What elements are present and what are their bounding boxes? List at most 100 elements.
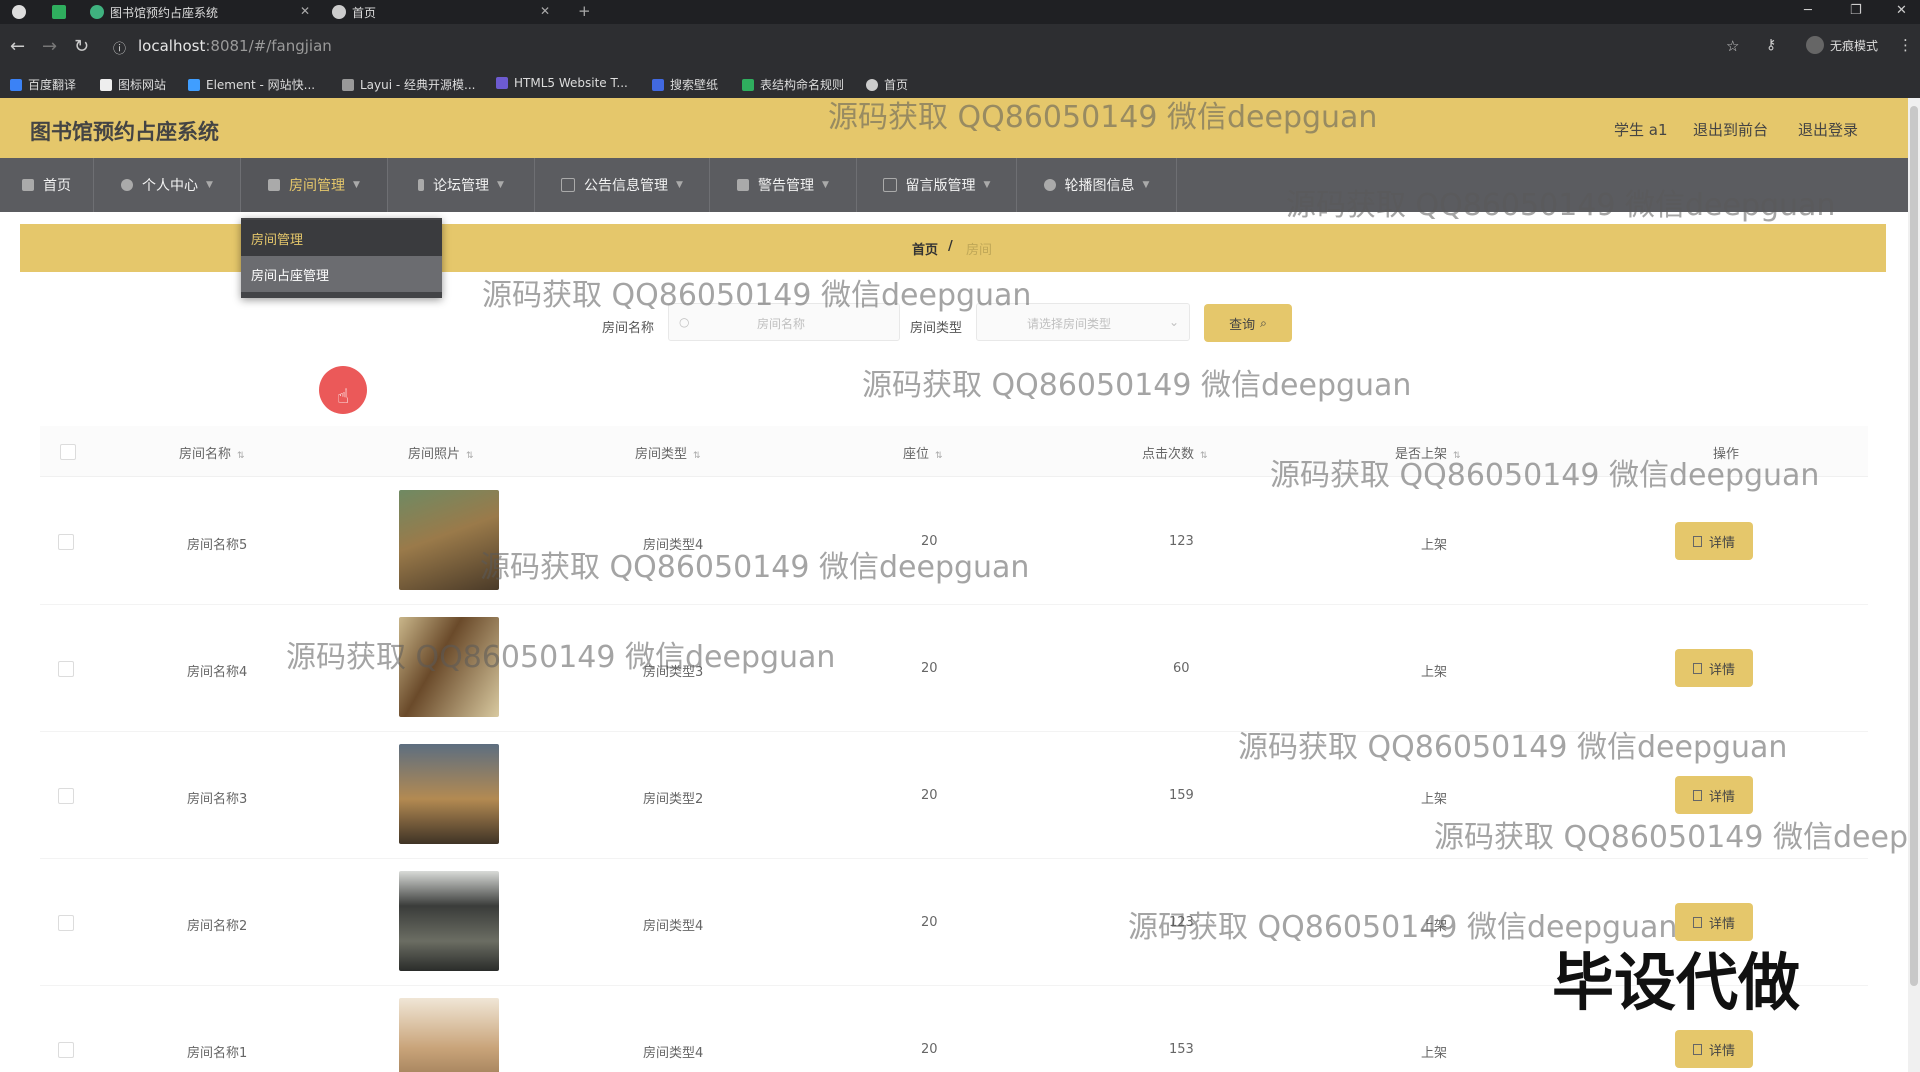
chevron-down-icon: ▼	[353, 180, 360, 190]
bookmark-item[interactable]: 图标网站	[100, 76, 166, 93]
row-checkbox[interactable]	[58, 1042, 74, 1058]
close-tab-icon[interactable]: ✕	[540, 4, 550, 18]
bookmark-item[interactable]: 百度翻译	[10, 76, 76, 93]
cell-status: 上架	[1421, 665, 1448, 680]
bookmark-item[interactable]: 首页	[866, 76, 908, 93]
nav-personal-center[interactable]: 个人中心 ▼	[94, 158, 241, 212]
scrollbar-thumb[interactable]	[1910, 106, 1918, 986]
room-management-dropdown: 房间管理 房间占座管理	[241, 218, 442, 298]
document-icon	[1692, 1043, 1702, 1055]
document-icon	[1692, 916, 1702, 928]
incognito-profile[interactable]: 无痕模式	[1805, 36, 1878, 54]
notice-icon	[561, 178, 576, 192]
watermark: 源码获取 QQ86050149 微信deepguan	[1434, 820, 1908, 855]
message-icon	[882, 178, 897, 192]
new-tab-button[interactable]: +	[578, 2, 591, 20]
page-scrollbar[interactable]	[1908, 98, 1920, 1072]
breadcrumb-separator: /	[948, 239, 953, 254]
room-photo	[399, 744, 499, 844]
nav-forum-management[interactable]: 论坛管理 ▼	[388, 158, 535, 212]
cell-room-type: 房间类型4	[643, 1046, 704, 1061]
bookmark-item[interactable]: Element - 网站快...	[188, 76, 315, 93]
bookmark-item[interactable]: Layui - 经典开源模...	[342, 76, 475, 93]
back-icon[interactable]: ←	[10, 36, 25, 57]
cell-room-name: 房间名称4	[187, 665, 248, 680]
query-button[interactable]: 查询 ⌕	[1204, 304, 1292, 342]
wallpaper-icon	[652, 78, 664, 91]
star-icon[interactable]: ☆	[1726, 37, 1739, 55]
image-icon	[1043, 179, 1056, 191]
dropdown-item-room-seat-management[interactable]: 房间占座管理	[241, 256, 442, 292]
cell-seats: 20	[921, 788, 938, 803]
logout-link[interactable]: 退出登录	[1798, 119, 1858, 140]
browser-tab-1[interactable]: 图书馆预约占座系统	[90, 0, 320, 24]
page-content: 图书馆预约占座系统 学生 a1 退出到前台 退出登录 首页 个人中心 ▼ 房间管理…	[0, 98, 1908, 1072]
cell-room-name: 房间名称1	[187, 1046, 248, 1061]
watermark: 源码获取 QQ86050149 微信deepguan	[286, 640, 836, 675]
minimize-icon[interactable]: ─	[1804, 3, 1812, 18]
url-input[interactable]: localhost:8081/#/fangjian	[138, 37, 332, 55]
app-icon[interactable]	[52, 0, 72, 24]
bookmark-item[interactable]: 搜索壁纸	[652, 76, 718, 93]
sort-icon[interactable]: ⇅	[237, 451, 245, 461]
row-checkbox[interactable]	[58, 534, 74, 550]
cell-status: 上架	[1421, 792, 1448, 807]
nav-notice-management[interactable]: 公告信息管理 ▼	[535, 158, 710, 212]
close-window-icon[interactable]: ✕	[1896, 3, 1907, 18]
row-checkbox[interactable]	[58, 788, 74, 804]
info-icon[interactable]: ⓘ	[113, 38, 126, 57]
room-type-label: 房间类型	[910, 321, 963, 336]
globe-icon	[866, 78, 878, 91]
select-all-checkbox[interactable]	[60, 444, 76, 460]
browser-tab-2[interactable]: 首页	[332, 0, 552, 24]
bookmarks-bar: 百度翻译 图标网站 Element - 网站快... Layui - 经典开源模…	[0, 70, 1920, 99]
browser-menu-dots-icon[interactable]: ⋮	[1898, 36, 1913, 54]
breadcrumb-current: 房间	[966, 243, 993, 258]
sort-icon[interactable]: ⇅	[693, 451, 701, 461]
row-checkbox[interactable]	[58, 661, 74, 677]
chevron-down-icon: ▼	[1142, 180, 1150, 190]
breadcrumb-home[interactable]: 首页	[912, 239, 938, 258]
row-checkbox[interactable]	[58, 915, 74, 931]
room-name-label: 房间名称	[602, 321, 655, 336]
key-icon[interactable]: ⚷	[1766, 37, 1776, 53]
nav-carousel[interactable]: 轮播图信息 ▼	[1017, 158, 1177, 212]
th-room-type[interactable]: 房间类型 ⇅	[635, 443, 701, 462]
cell-status: 上架	[1421, 538, 1448, 553]
detail-button[interactable]: 详情	[1675, 1030, 1753, 1068]
restore-icon[interactable]: ❐	[1850, 3, 1862, 18]
sort-icon[interactable]: ⇅	[1200, 451, 1208, 461]
bookmark-item[interactable]: 表结构命名规则	[742, 76, 844, 93]
th-seats[interactable]: 座位 ⇅	[903, 443, 943, 462]
th-room-name[interactable]: 房间名称 ⇅	[179, 443, 245, 462]
nav-home[interactable]: 首页	[0, 158, 94, 212]
back-to-front-link[interactable]: 退出到前台	[1693, 119, 1768, 140]
url-path: :8081/#/fangjian	[205, 37, 332, 55]
room-type-placeholder: 请选择房间类型	[1027, 317, 1112, 331]
detail-button[interactable]: 详情	[1675, 522, 1753, 560]
watermark: 源码获取 QQ86050149 微信deepguan	[482, 278, 1032, 313]
th-clicks[interactable]: 点击次数 ⇅	[1142, 443, 1208, 462]
detail-button[interactable]: 详情	[1675, 776, 1753, 814]
detail-button[interactable]: 详情	[1675, 649, 1753, 687]
reload-icon[interactable]: ↻	[74, 36, 89, 57]
forward-icon[interactable]: →	[42, 36, 57, 57]
th-room-photo[interactable]: 房间照片 ⇅	[408, 443, 474, 462]
sort-icon[interactable]: ⇅	[935, 451, 943, 461]
user-label: 学生 a1	[1614, 121, 1668, 139]
cell-status: 上架	[1421, 1046, 1448, 1061]
nav-message-board[interactable]: 留言版管理 ▼	[857, 158, 1017, 212]
bookmark-item[interactable]: HTML5 Website T...	[496, 76, 628, 90]
globe-icon	[332, 5, 346, 19]
nav-warning-management[interactable]: 警告管理 ▼	[710, 158, 857, 212]
browser-tab-bar: 图书馆预约占座系统 ✕ 首页 ✕ + ─ ❐ ✕	[0, 0, 1920, 24]
close-tab-icon[interactable]: ✕	[300, 4, 310, 18]
vue-icon	[90, 5, 104, 19]
sort-icon[interactable]: ⇅	[466, 451, 474, 461]
browser-menu-icon[interactable]	[12, 0, 32, 24]
watermark: 源码获取 QQ86050149 微信deepguan	[862, 368, 1412, 403]
watermark: 源码获取 QQ86050149 微信deepguan	[828, 100, 1378, 135]
nav-room-management[interactable]: 房间管理 ▼	[241, 158, 388, 212]
document-icon	[1692, 662, 1702, 674]
dropdown-item-room-management[interactable]: 房间管理	[241, 220, 442, 256]
